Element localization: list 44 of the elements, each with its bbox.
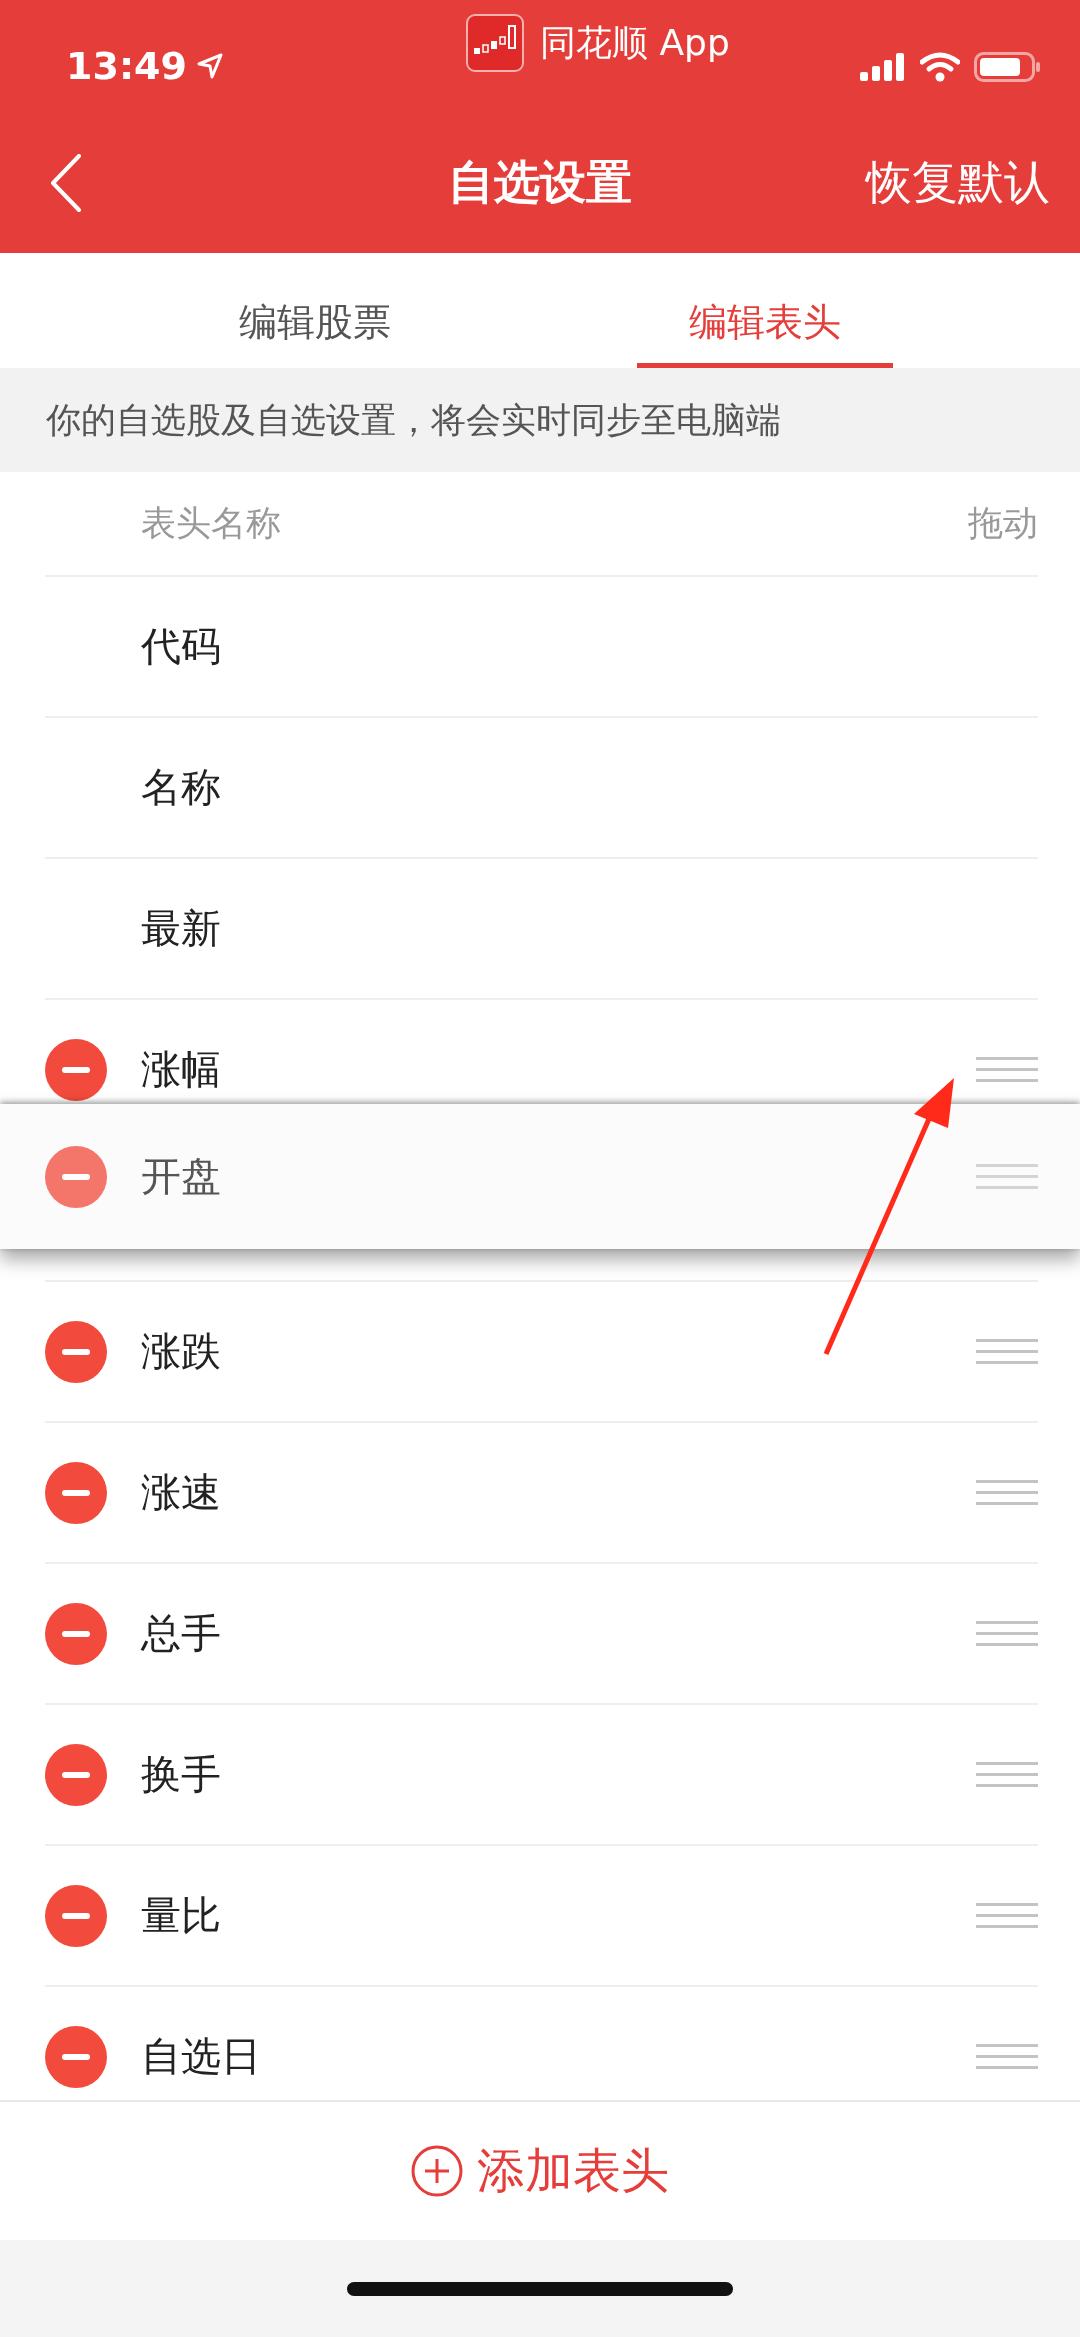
drag-handle-icon[interactable] — [976, 1620, 1038, 1647]
column-label: 换手 — [141, 1750, 222, 1799]
column-label: 最新 — [141, 904, 222, 953]
column-label: 涨跌 — [141, 1327, 222, 1376]
battery-icon — [974, 52, 1040, 82]
drag-handle-icon[interactable] — [976, 1056, 1038, 1083]
sync-notice: 你的自选股及自选设置，将会实时同步至电脑端 — [46, 398, 781, 442]
tab[interactable]: 编辑股票 — [187, 253, 443, 368]
column-label: 涨速 — [141, 1468, 222, 1517]
wifi-icon — [920, 52, 960, 82]
column-name-heading: 表头名称 — [141, 502, 281, 545]
restore-defaults-button[interactable]: 恢复默认 — [866, 151, 1050, 214]
drag-handle-icon[interactable] — [976, 1163, 1038, 1190]
drag-heading: 拖动 — [968, 502, 1038, 545]
clock-time: 13:49 — [66, 44, 187, 88]
column-label: 自选日 — [141, 2032, 262, 2081]
column-label: 量比 — [141, 1891, 222, 1940]
add-column-button[interactable]: 添加表头 — [411, 2139, 669, 2203]
remove-icon[interactable] — [45, 1038, 107, 1101]
drag-handle-icon[interactable] — [976, 1338, 1038, 1365]
remove-icon[interactable] — [45, 2025, 107, 2088]
column-label: 名称 — [141, 763, 222, 812]
app-name: 同花顺 App — [540, 20, 730, 65]
plus-circle-icon — [411, 2145, 463, 2197]
remove-icon[interactable] — [45, 1602, 107, 1665]
drag-handle-icon[interactable] — [976, 1479, 1038, 1506]
column-label: 开盘 — [141, 1152, 222, 1201]
drag-handle-icon[interactable] — [976, 2043, 1038, 2070]
column-label: 代码 — [141, 622, 222, 671]
column-label: 总手 — [141, 1609, 222, 1658]
remove-icon[interactable] — [45, 1743, 107, 1806]
remove-icon[interactable] — [45, 1320, 107, 1383]
remove-icon[interactable] — [45, 1145, 107, 1208]
drag-handle-icon[interactable] — [976, 1902, 1038, 1929]
back-icon[interactable] — [50, 153, 82, 212]
remove-icon[interactable] — [45, 1461, 107, 1524]
column-label: 涨幅 — [141, 1045, 222, 1094]
dragged-row[interactable]: 开盘 — [0, 1104, 1080, 1249]
remove-icon[interactable] — [45, 1884, 107, 1947]
page-title: 自选设置 — [448, 154, 632, 209]
signal-icon — [860, 53, 906, 81]
app-logo-icon — [466, 14, 524, 72]
drag-handle-icon[interactable] — [976, 1761, 1038, 1788]
location-arrow-icon — [196, 53, 223, 79]
